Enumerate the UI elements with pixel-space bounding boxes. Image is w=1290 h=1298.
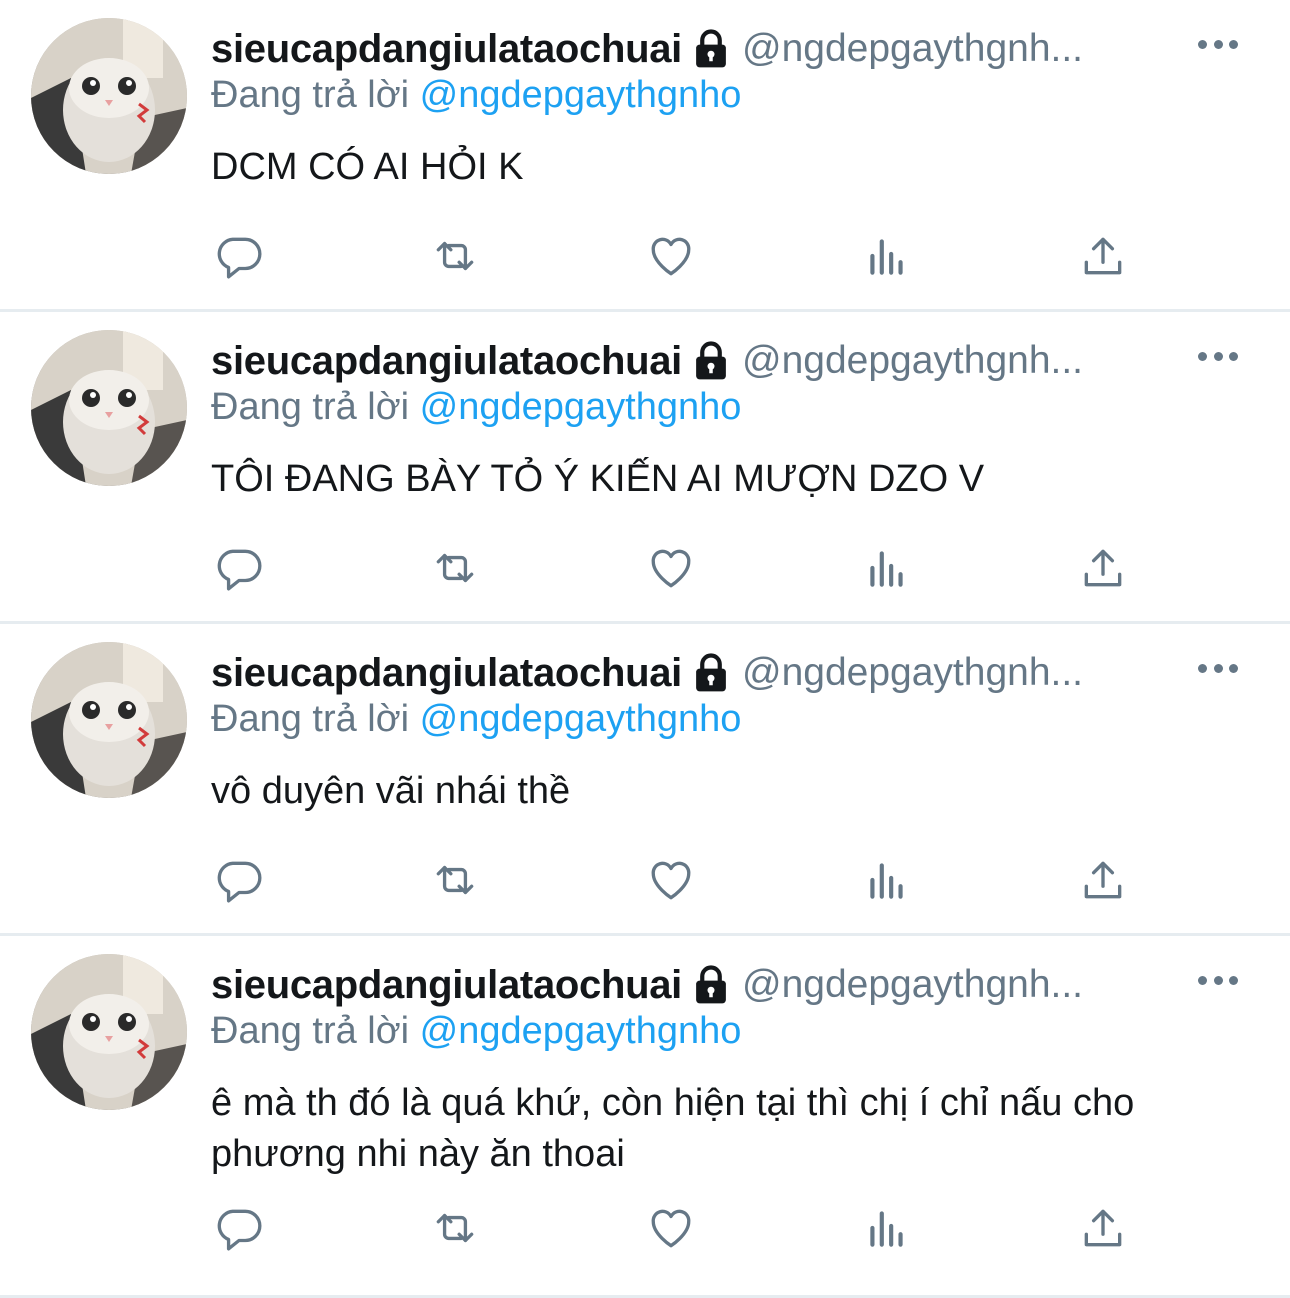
tweet-text: vô duyên vãi nhái thề [211,770,571,812]
replying-to: Đang trả lời @ngdepgaythgnho [211,74,741,117]
views-chart-icon [870,239,903,275]
avatar[interactable] [31,954,187,1110]
reply-button[interactable] [211,228,267,284]
user-handle[interactable]: @ngdepgaythgnh... [742,339,1083,383]
reply-button[interactable] [211,852,267,908]
display-name[interactable]: sieucapdangiulataochuai [211,651,682,696]
share-button[interactable] [1075,1200,1131,1256]
user-handle[interactable]: @ngdepgaythgnh... [742,963,1083,1007]
avatar[interactable] [31,18,187,174]
lock-icon [696,653,726,692]
views-button[interactable] [859,852,915,908]
share-icon [1084,237,1122,275]
retweet-button[interactable] [427,540,483,596]
reply-prefix: Đang trả lời [211,386,410,428]
reply-mention-link[interactable]: @ngdepgaythgnho [420,698,742,740]
tweet-header: sieucapdangiulataochuai @ngdepgaythgnh..… [211,958,1190,1012]
heart-icon [651,1209,691,1248]
display-name[interactable]: sieucapdangiulataochuai [211,27,682,72]
tweet-header: sieucapdangiulataochuai @ngdepgaythgnh..… [211,646,1190,700]
reply-button[interactable] [211,540,267,596]
user-handle[interactable]: @ngdepgaythgnh... [742,27,1083,71]
heart-icon [651,549,691,588]
cat-avatar-image [31,18,187,174]
more-dots-icon[interactable] [1198,336,1238,376]
reply-icon [217,549,262,591]
reply-mention-link[interactable]: @ngdepgaythgnho [420,74,742,116]
share-button[interactable] [1075,228,1131,284]
views-chart-icon [870,1211,903,1247]
cat-avatar-image [31,642,187,798]
tweet-header: sieucapdangiulataochuai @ngdepgaythgnh..… [211,22,1190,76]
tweet-actions [211,852,1131,908]
like-button[interactable] [643,228,699,284]
more-dots-icon[interactable] [1198,960,1238,1000]
views-chart-icon [870,551,903,587]
views-button[interactable] [859,228,915,284]
share-button[interactable] [1075,540,1131,596]
views-chart-icon [870,863,903,899]
reply-button[interactable] [211,1200,267,1256]
replying-to: Đang trả lời @ngdepgaythgnho [211,1010,741,1053]
retweet-icon [436,553,474,583]
tweet[interactable]: sieucapdangiulataochuai @ngdepgaythgnh..… [0,0,1290,312]
tweet-list: sieucapdangiulataochuai @ngdepgaythgnh..… [0,0,1290,1298]
share-icon [1084,1209,1122,1247]
reply-icon [217,1209,262,1251]
reply-prefix: Đang trả lời [211,74,410,116]
reply-icon [217,861,262,903]
cat-avatar-image [31,954,187,1110]
views-button[interactable] [859,1200,915,1256]
reply-mention-link[interactable]: @ngdepgaythgnho [420,1010,742,1052]
more-dots-icon[interactable] [1198,648,1238,688]
reply-icon [217,237,262,279]
replying-to: Đang trả lời @ngdepgaythgnho [211,698,741,741]
retweet-icon [436,241,474,271]
tweet-text: ê mà th đó là quá khứ, còn hiện tại thì … [211,1082,1135,1175]
tweet-actions [211,1200,1131,1256]
reply-mention-link[interactable]: @ngdepgaythgnho [420,386,742,428]
lock-icon [696,965,726,1004]
heart-icon [651,861,691,900]
like-button[interactable] [643,852,699,908]
replying-to: Đang trả lời @ngdepgaythgnho [211,386,741,429]
avatar[interactable] [31,642,187,798]
tweet-text: TÔI ĐANG BÀY TỎ Ý KIẾN AI MƯỢN DZO V [211,458,985,500]
lock-icon [696,341,726,380]
tweet-actions [211,228,1131,284]
like-button[interactable] [643,540,699,596]
reply-prefix: Đang trả lời [211,1010,410,1052]
tweet[interactable]: sieucapdangiulataochuai @ngdepgaythgnh..… [0,312,1290,624]
retweet-button[interactable] [427,228,483,284]
tweet-text: DCM CÓ AI HỎI K [211,146,524,188]
user-handle[interactable]: @ngdepgaythgnh... [742,651,1083,695]
retweet-button[interactable] [427,1200,483,1256]
retweet-icon [436,865,474,895]
tweet[interactable]: sieucapdangiulataochuai @ngdepgaythgnh..… [0,624,1290,936]
lock-icon [696,29,726,68]
display-name[interactable]: sieucapdangiulataochuai [211,339,682,384]
retweet-button[interactable] [427,852,483,908]
retweet-icon [436,1213,474,1243]
avatar[interactable] [31,330,187,486]
tweet-header: sieucapdangiulataochuai @ngdepgaythgnh..… [211,334,1190,388]
reply-prefix: Đang trả lời [211,698,410,740]
cat-avatar-image [31,330,187,486]
more-dots-icon[interactable] [1198,24,1238,64]
share-button[interactable] [1075,852,1131,908]
tweet-actions [211,540,1131,596]
display-name[interactable]: sieucapdangiulataochuai [211,963,682,1008]
share-icon [1084,861,1122,899]
like-button[interactable] [643,1200,699,1256]
tweet[interactable]: sieucapdangiulataochuai @ngdepgaythgnh..… [0,936,1290,1298]
share-icon [1084,549,1122,587]
heart-icon [651,237,691,276]
views-button[interactable] [859,540,915,596]
